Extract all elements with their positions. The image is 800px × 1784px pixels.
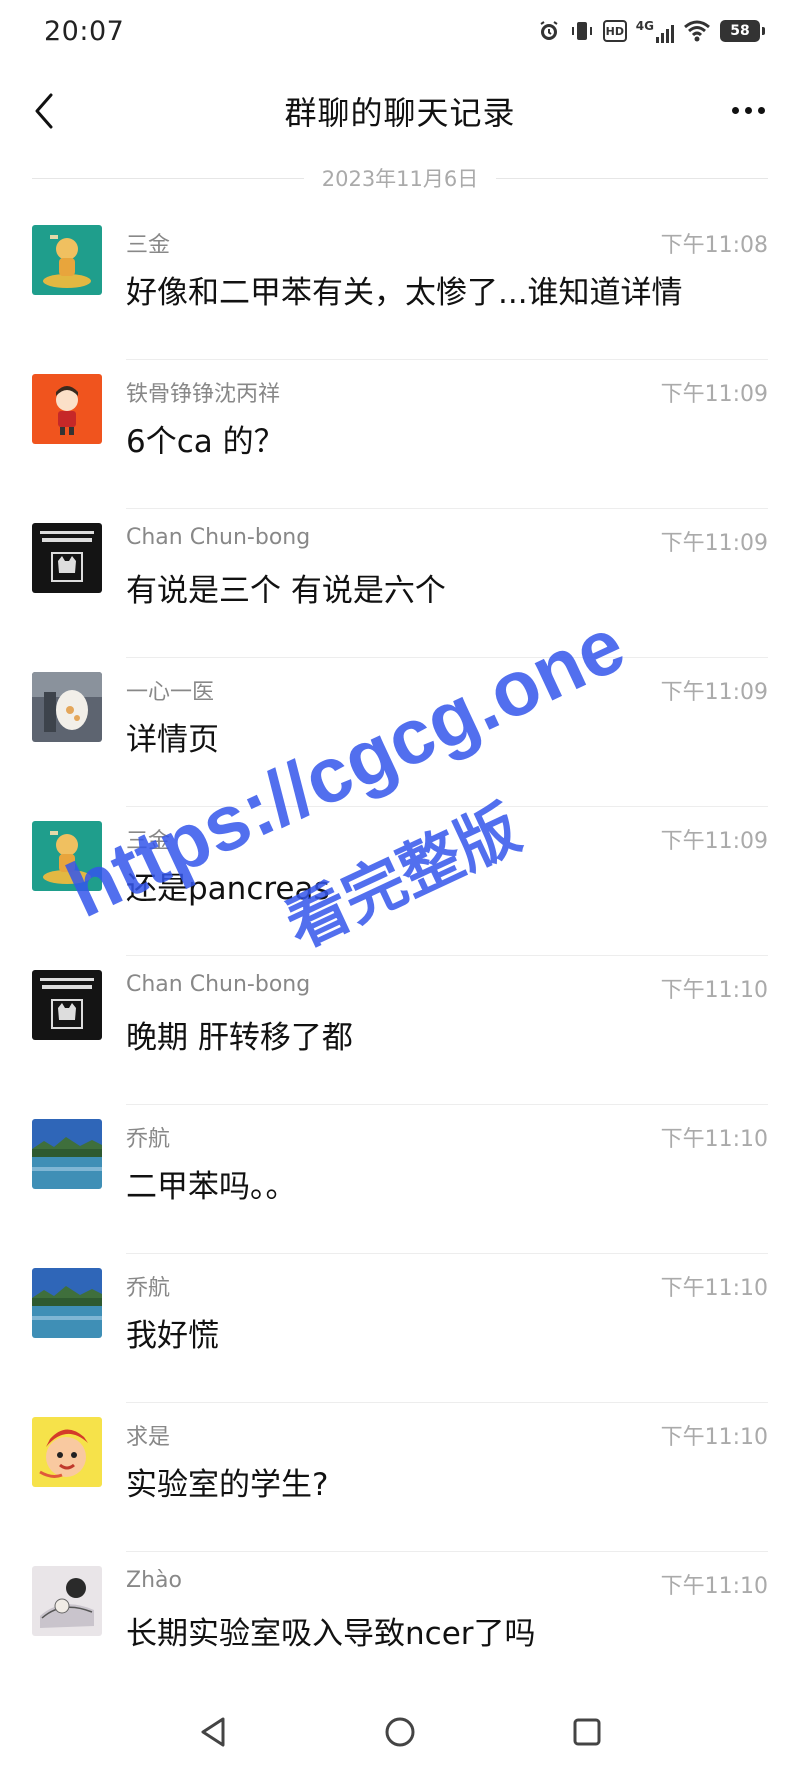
message-list: 三金 下午11:08 好像和二甲苯有关，太惨了...谁知道详情 铁骨铮铮沈丙祥 … (0, 211, 800, 1701)
alarm-icon (537, 19, 561, 43)
message-time: 下午11:10 (660, 1574, 768, 1599)
avatar[interactable] (32, 523, 102, 593)
circle-home-icon (385, 1717, 415, 1747)
message-item[interactable]: 三金 下午11:09 还是pancreas (0, 807, 800, 956)
date-divider: 2023年11月6日 (32, 160, 768, 196)
avatar[interactable] (32, 374, 102, 444)
hd-icon: HD (602, 20, 627, 42)
message-text: 有说是三个 有说是六个 (126, 573, 446, 609)
avatar[interactable] (32, 1566, 102, 1636)
avatar[interactable] (32, 821, 102, 891)
system-back-button[interactable] (183, 1702, 243, 1762)
lake-landscape-avatar (32, 1119, 102, 1189)
date-label: 2023年11月6日 (321, 167, 479, 191)
nav-bar: 群聊的聊天记录 (0, 62, 800, 160)
more-dot-icon (744, 106, 752, 114)
vibrate-icon (570, 19, 594, 43)
status-icons: HD 4G 58 (537, 19, 765, 43)
message-time: 下午11:10 (660, 1276, 768, 1301)
sender-name: 一心一医 (126, 680, 215, 705)
avatar[interactable] (32, 1268, 102, 1338)
dark-cat-logo-avatar (32, 523, 102, 593)
sender-name: Chan Chun-bong (126, 525, 311, 550)
divider-line (32, 177, 304, 179)
avatar[interactable] (32, 225, 102, 295)
message-time: 下午11:09 (660, 680, 768, 705)
system-nav-bar (0, 1680, 800, 1784)
sender-name: Zhào (126, 1568, 182, 1593)
status-time: 20:07 (44, 15, 125, 47)
wifi-icon (683, 20, 711, 42)
divider-line (496, 177, 768, 179)
cat-photo-avatar (32, 672, 102, 742)
message-text: 我好慌 (126, 1318, 219, 1354)
message-item[interactable]: 乔航 下午11:10 我好慌 (0, 1254, 800, 1403)
more-dot-icon (757, 106, 765, 114)
message-item[interactable]: 三金 下午11:08 好像和二甲苯有关，太惨了...谁知道详情 (0, 211, 800, 360)
triangle-back-icon (201, 1717, 225, 1747)
message-time: 下午11:10 (660, 978, 768, 1003)
battery-icon: 58 (720, 20, 765, 42)
message-time: 下午11:09 (660, 382, 768, 407)
message-text: 6个ca 的？ (126, 424, 285, 460)
message-item[interactable]: Chan Chun-bong 下午11:09 有说是三个 有说是六个 (0, 509, 800, 658)
message-text: 二甲苯吗。。 (126, 1169, 297, 1205)
avatar[interactable] (32, 970, 102, 1040)
message-time: 下午11:10 (660, 1425, 768, 1450)
message-text: 详情页 (126, 722, 219, 758)
sender-name: 求是 (126, 1425, 171, 1450)
back-button[interactable] (24, 88, 64, 134)
more-dot-icon (731, 106, 739, 114)
message-item[interactable]: Chan Chun-bong 下午11:10 晚期 肝转移了都 (0, 956, 800, 1105)
message-item[interactable]: 一心一医 下午11:09 详情页 (0, 658, 800, 807)
sender-name: 乔航 (126, 1276, 171, 1301)
avatar[interactable] (32, 1119, 102, 1189)
green-astronaut-avatar (32, 821, 102, 891)
dark-cat-logo-avatar (32, 970, 102, 1040)
message-text: 好像和二甲苯有关，太惨了...谁知道详情 (126, 275, 683, 311)
message-text: 晚期 肝转移了都 (126, 1020, 353, 1056)
back-arrow-icon (35, 93, 53, 129)
sender-name: 三金 (126, 233, 171, 258)
lake-landscape-avatar (32, 1268, 102, 1338)
message-text: 还是pancreas (126, 871, 330, 907)
cartoon-face-avatar (32, 1417, 102, 1487)
sender-name: 铁骨铮铮沈丙祥 (126, 382, 281, 407)
system-home-button[interactable] (370, 1702, 430, 1762)
message-item[interactable]: Zhào 下午11:10 长期实验室吸入导致ncer了吗 (0, 1552, 800, 1701)
signal-icon: 4G (636, 19, 674, 43)
orange-cartoon-boy-avatar (32, 374, 102, 444)
message-item[interactable]: 乔航 下午11:10 二甲苯吗。。 (0, 1105, 800, 1254)
sketch-drawing-avatar (32, 1566, 102, 1636)
message-time: 下午11:09 (660, 531, 768, 556)
message-time: 下午11:08 (660, 233, 768, 258)
sender-name: Chan Chun-bong (126, 972, 311, 997)
message-text: 实验室的学生? (126, 1467, 329, 1503)
green-astronaut-avatar (32, 225, 102, 295)
sender-name: 三金 (126, 829, 171, 854)
message-item[interactable]: 求是 下午11:10 实验室的学生? (0, 1403, 800, 1552)
message-time: 下午11:09 (660, 829, 768, 854)
network-type: 4G (635, 19, 654, 33)
status-bar: 20:07 HD 4G 58 (0, 0, 800, 62)
system-recents-button[interactable] (557, 1702, 617, 1762)
avatar[interactable] (32, 1417, 102, 1487)
square-recents-icon (573, 1718, 601, 1746)
message-text: 长期实验室吸入导致ncer了吗 (126, 1616, 536, 1652)
page-title: 群聊的聊天记录 (284, 94, 516, 132)
more-options-button[interactable] (724, 92, 772, 128)
message-time: 下午11:10 (660, 1127, 768, 1152)
message-item[interactable]: 铁骨铮铮沈丙祥 下午11:09 6个ca 的？ (0, 360, 800, 509)
sender-name: 乔航 (126, 1127, 171, 1152)
avatar[interactable] (32, 672, 102, 742)
